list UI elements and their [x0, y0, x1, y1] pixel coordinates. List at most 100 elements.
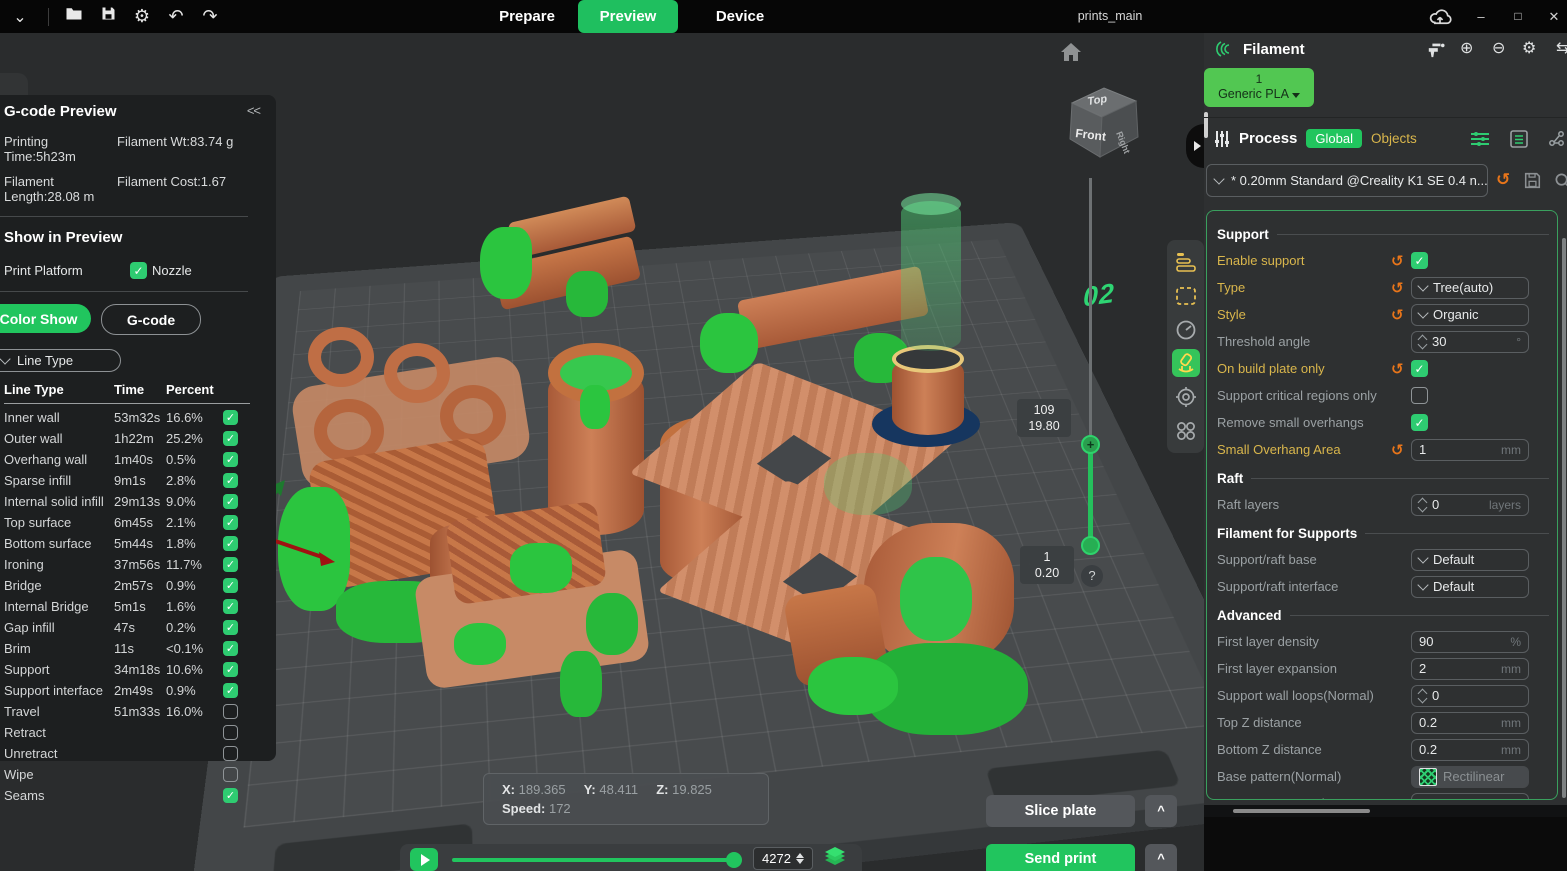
layer-progress-slider[interactable]	[452, 858, 738, 862]
undo-icon[interactable]: ↶	[159, 0, 193, 33]
setting-pattern-dropdown[interactable]: Rectilinear	[1411, 766, 1529, 788]
reset-setting-icon[interactable]: ↺	[1391, 441, 1411, 459]
tab-device[interactable]: Device	[700, 0, 780, 33]
line-type-visibility-checkbox[interactable]: ✓	[223, 473, 238, 488]
setting-input[interactable]: 2.5mm	[1411, 793, 1529, 801]
setting-spinner[interactable]: 30°	[1411, 331, 1529, 353]
setting-dropdown[interactable]: Organic	[1411, 304, 1529, 326]
reset-preset-icon[interactable]: ↺	[1496, 170, 1510, 190]
home-view-icon[interactable]	[1058, 41, 1084, 68]
redo-icon[interactable]: ↷	[193, 0, 227, 33]
reset-setting-icon[interactable]: ↺	[1391, 279, 1411, 297]
setting-dropdown[interactable]: Default	[1411, 576, 1529, 598]
layer-slider-top-handle[interactable]: +	[1081, 435, 1100, 454]
slider-thumb[interactable]	[726, 852, 742, 868]
others-category-icon[interactable]	[1172, 417, 1200, 445]
layer-slider-track[interactable]	[1088, 444, 1093, 545]
panel-collapse-handle[interactable]	[1186, 124, 1204, 168]
save-icon[interactable]	[91, 0, 125, 33]
line-type-visibility-checkbox[interactable]	[223, 746, 238, 761]
setting-input[interactable]: 1mm	[1411, 439, 1529, 461]
spinner-arrows-icon[interactable]	[1419, 499, 1426, 511]
line-type-visibility-checkbox[interactable]	[223, 704, 238, 719]
print-object-cluster[interactable]	[418, 501, 678, 701]
filament-chip[interactable]: 1 Generic PLA	[1204, 68, 1314, 107]
layers-icon[interactable]	[824, 847, 846, 871]
support-category-icon[interactable]	[1172, 349, 1200, 377]
print-object-cluster[interactable]	[480, 201, 660, 326]
send-print-button[interactable]: Send print	[986, 844, 1135, 871]
line-type-dropdown[interactable]: Line Type	[0, 349, 121, 372]
panel-scrollbar-thumb[interactable]	[1204, 112, 1208, 138]
color-show-button[interactable]: Color Show	[0, 304, 91, 333]
slice-plate-button[interactable]: Slice plate	[986, 795, 1135, 827]
line-type-visibility-checkbox[interactable]: ✓	[223, 599, 238, 614]
quality-category-icon[interactable]	[1172, 248, 1200, 276]
parameter-table-icon[interactable]	[1510, 130, 1528, 153]
spinner-arrows-icon[interactable]	[1419, 336, 1426, 348]
setting-checkbox[interactable]: ✓	[1411, 252, 1428, 269]
line-type-visibility-checkbox[interactable]	[223, 767, 238, 782]
process-link-icon[interactable]	[1548, 130, 1566, 153]
search-settings-icon[interactable]	[1554, 172, 1567, 194]
reset-setting-icon[interactable]: ↺	[1391, 360, 1411, 378]
reset-setting-icon[interactable]: ↺	[1391, 306, 1411, 324]
scope-global-chip[interactable]: Global	[1306, 129, 1362, 148]
tab-prepare[interactable]: Prepare	[487, 0, 567, 33]
setting-spinner[interactable]: 0	[1411, 685, 1529, 707]
navigation-cube[interactable]: Top Front Right	[1058, 75, 1146, 163]
gcode-button[interactable]: G-code	[101, 304, 201, 335]
line-type-visibility-checkbox[interactable]: ✓	[223, 788, 238, 803]
setting-checkbox[interactable]: ✓	[1411, 360, 1428, 377]
parameter-list-icon[interactable]	[1470, 131, 1490, 152]
minimize-button[interactable]: –	[1466, 0, 1496, 33]
cloud-upload-icon[interactable]	[1425, 0, 1455, 33]
maximize-button[interactable]: □	[1503, 0, 1533, 33]
setting-input[interactable]: 0.2mm	[1411, 739, 1529, 761]
collapse-panel-button[interactable]: <<	[247, 103, 260, 118]
setting-dropdown[interactable]: Default	[1411, 549, 1529, 571]
line-type-visibility-checkbox[interactable]: ✓	[223, 578, 238, 593]
line-type-visibility-checkbox[interactable]: ✓	[223, 452, 238, 467]
line-type-visibility-checkbox[interactable]: ✓	[223, 431, 238, 446]
reset-setting-icon[interactable]: ↺	[1391, 252, 1411, 270]
add-filament-icon[interactable]: ⊕	[1460, 38, 1473, 57]
tab-preview[interactable]: Preview	[578, 0, 678, 33]
main-menu-chevron-icon[interactable]: ⌄	[0, 0, 40, 33]
card-scrollbar-thumb[interactable]	[1562, 238, 1566, 798]
close-button[interactable]: ✕	[1539, 0, 1567, 33]
layer-number-spinner[interactable]: 4272	[753, 847, 813, 870]
line-type-visibility-checkbox[interactable]: ✓	[223, 641, 238, 656]
play-button[interactable]	[410, 848, 438, 871]
setting-checkbox[interactable]	[1411, 387, 1428, 404]
setting-input[interactable]: 2mm	[1411, 658, 1529, 680]
line-type-visibility-checkbox[interactable]: ✓	[223, 494, 238, 509]
horizontal-scrollbar-thumb[interactable]	[1233, 809, 1370, 813]
settings-gear-icon[interactable]: ⚙	[125, 0, 159, 33]
setting-dropdown[interactable]: Tree(auto)	[1411, 277, 1529, 299]
save-preset-icon[interactable]	[1524, 172, 1541, 194]
setting-checkbox[interactable]: ✓	[1411, 414, 1428, 431]
remove-filament-icon[interactable]: ⊖	[1492, 38, 1505, 57]
line-type-visibility-checkbox[interactable]: ✓	[223, 515, 238, 530]
line-type-visibility-checkbox[interactable]: ✓	[223, 557, 238, 572]
layer-slider-bottom-handle[interactable]	[1081, 536, 1100, 555]
layer-slider-rail[interactable]	[1089, 178, 1092, 478]
multimaterial-category-icon[interactable]	[1172, 383, 1200, 411]
filament-sync-icon[interactable]: ⇆	[1556, 38, 1567, 57]
open-file-icon[interactable]	[57, 0, 91, 33]
filament-settings-gear-icon[interactable]: ⚙	[1522, 38, 1536, 57]
setting-input[interactable]: 90%	[1411, 631, 1529, 653]
spinner-arrows-icon[interactable]	[1419, 690, 1426, 702]
process-preset-dropdown[interactable]: * 0.20mm Standard @Creality K1 SE 0.4 n.…	[1206, 164, 1488, 197]
speed-category-icon[interactable]	[1172, 316, 1200, 344]
setting-input[interactable]: 0.2mm	[1411, 712, 1529, 734]
print-object-cluster[interactable]	[872, 345, 987, 453]
line-type-visibility-checkbox[interactable]: ✓	[223, 662, 238, 677]
line-type-visibility-checkbox[interactable]: ✓	[223, 410, 238, 425]
slice-options-button[interactable]: ^	[1145, 795, 1177, 827]
line-type-visibility-checkbox[interactable]	[223, 725, 238, 740]
line-type-visibility-checkbox[interactable]: ✓	[223, 683, 238, 698]
send-options-button[interactable]: ^	[1145, 844, 1177, 871]
line-type-visibility-checkbox[interactable]: ✓	[223, 536, 238, 551]
